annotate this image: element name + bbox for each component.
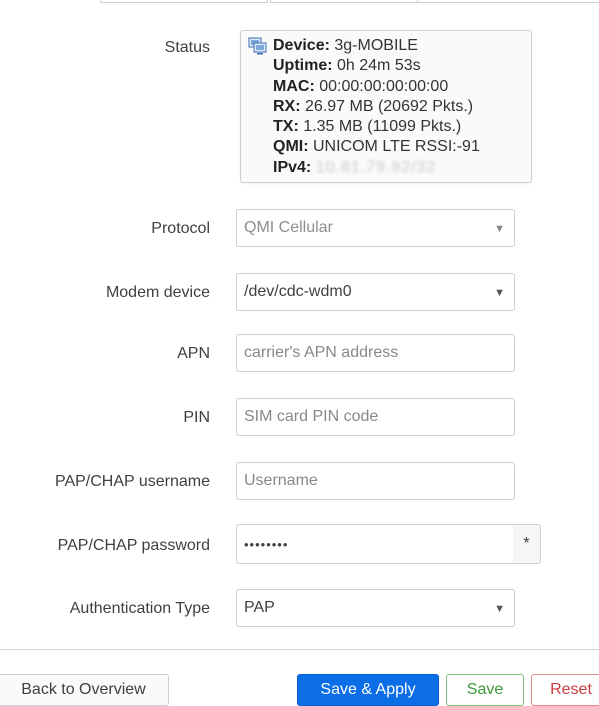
apn-input[interactable] [236,334,515,372]
status-uptime: Uptime: 0h 24m 53s [273,57,421,75]
network-device-icon [248,37,267,55]
pin-label: PIN [183,409,210,426]
save-button[interactable]: Save [446,674,524,706]
tab-right[interactable] [270,0,418,3]
username-label: PAP/CHAP username [54,473,210,490]
auth-type-label: Authentication Type [69,600,210,617]
status-details: Device: 3g-MOBILE Uptime: 0h 24m 53s MAC… [273,36,480,178]
save-apply-button[interactable]: Save & Apply [297,674,439,706]
status-ipv4: IPv4: 10.81.79.92/32 [273,158,437,176]
chevron-down-icon: ▼ [494,603,505,615]
password-label: PAP/CHAP password [57,537,210,554]
protocol-label: Protocol [151,220,210,237]
apn-label: APN [177,345,210,362]
chevron-down-icon: ▼ [494,223,505,235]
footer-divider [0,649,599,650]
tab-left[interactable] [100,0,268,3]
status-device: Device: 3g-MOBILE [273,37,418,54]
modem-device-select[interactable]: /dev/cdc-wdm0 ▼ [236,273,515,311]
status-panel: Device: 3g-MOBILE Uptime: 0h 24m 53s MAC… [240,30,532,183]
protocol-select[interactable]: QMI Cellular ▼ [236,209,515,247]
back-to-overview-button[interactable]: Back to Overview [0,674,169,706]
status-rx: RX: 26.97 MB (20692 Pkts.) [273,97,474,115]
tab-strip-border [415,2,599,3]
username-input[interactable] [236,462,515,500]
status-mac: MAC: 00:00:00:00:00:00 [273,77,449,95]
reveal-password-button[interactable]: * [513,524,541,564]
chevron-down-icon: ▼ [494,287,505,299]
status-label: Status [164,39,210,56]
pin-input[interactable] [236,398,515,436]
password-input[interactable]: •••••••• [236,524,515,564]
modem-device-label: Modem device [105,284,210,301]
status-tx: TX: 1.35 MB (11099 Pkts.) [273,118,462,136]
auth-type-select[interactable]: PAP ▼ [236,589,515,627]
status-qmi: QMI: UNICOM LTE RSSI:-91 [273,138,480,156]
tab-strip [0,0,599,4]
reset-button[interactable]: Reset [531,674,599,706]
